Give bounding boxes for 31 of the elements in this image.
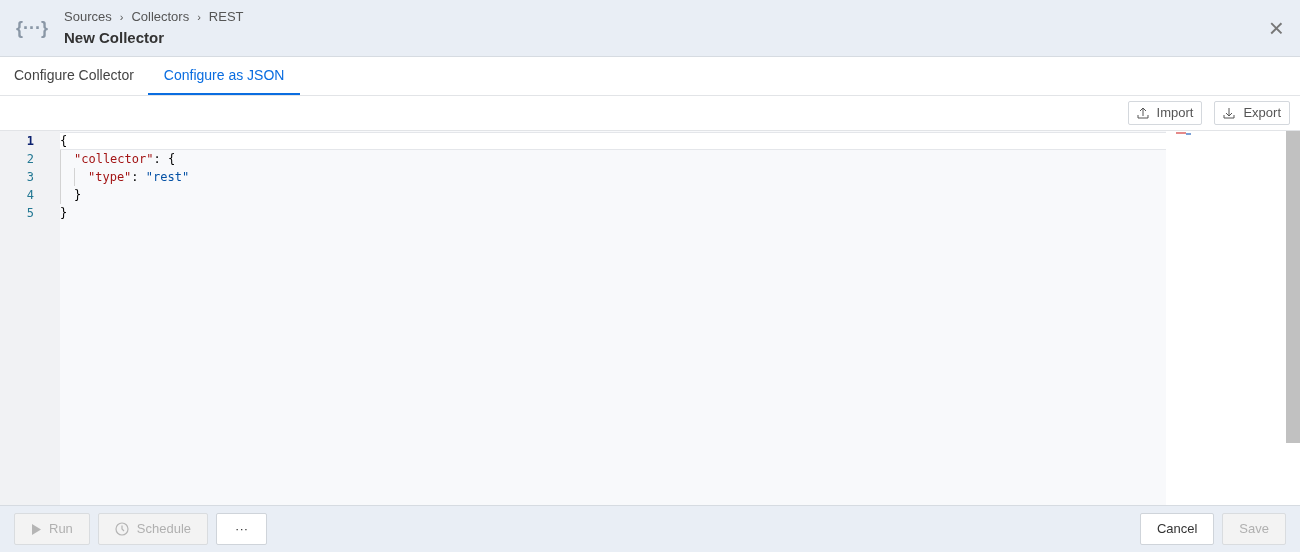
export-button[interactable]: Export [1214,101,1290,125]
minimap-drawing [1176,132,1192,136]
line-number: 5 [25,205,35,222]
dialog-button[interactable]: Cancel [1139,513,1215,545]
logo: {···} [16,16,48,40]
more-button[interactable]: ··· [216,513,268,545]
import-button[interactable]: Import [1127,101,1203,125]
breadcrumb-link[interactable]: Sources [64,7,112,27]
breadcrumb-link[interactable]: REST [208,7,244,27]
breadcrumb-separator: › [118,9,125,25]
clock-icon [114,522,129,536]
breadcrumb-separator: › [196,9,202,25]
download-icon [1223,107,1236,119]
tab[interactable]: Configure as JSON [147,57,301,95]
scrollbar[interactable] [1286,131,1300,443]
code-line: } [74,187,82,204]
line-number: 3 [25,169,35,186]
code-line: { [60,133,68,150]
line-number: 4 [25,187,35,204]
code-line: } [60,205,68,222]
code-line: "collector": { [74,151,176,168]
dialog-title: New Collector [64,27,166,48]
play-icon [31,523,41,535]
code-line: "type": "rest" [88,169,190,186]
breadcrumb-link[interactable]: Collectors [131,7,190,27]
close-button[interactable]: × [1268,15,1284,41]
tab[interactable]: Configure Collector [0,57,148,95]
code-editor[interactable]: { "collector": { "type": "rest" } } [60,131,1166,505]
upload-icon [1136,107,1149,119]
line-number: 1 [25,133,35,150]
line-number: 2 [25,151,35,168]
